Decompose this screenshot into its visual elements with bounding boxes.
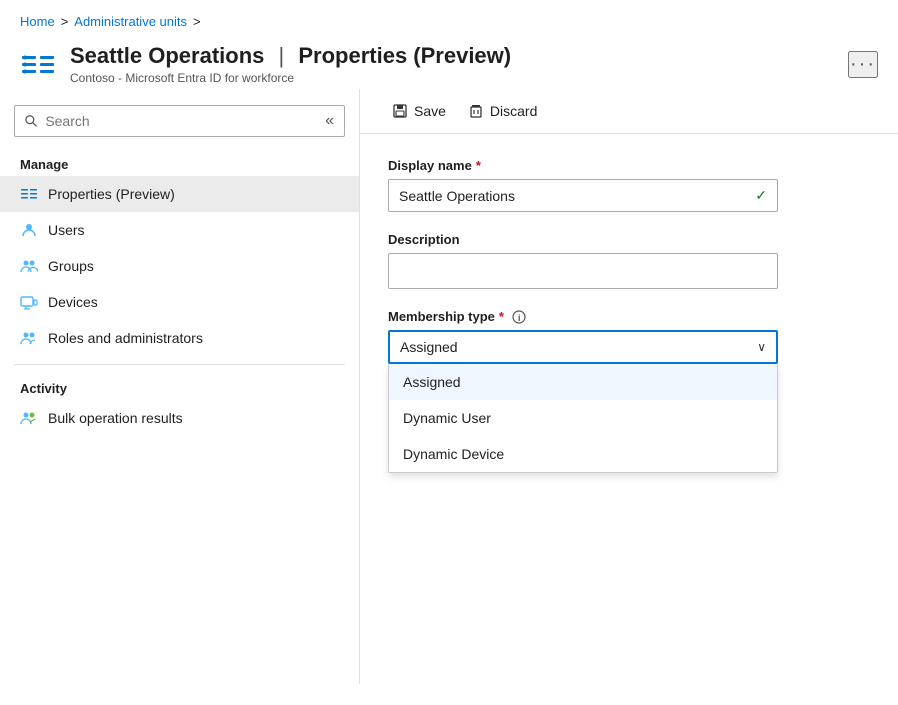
- sidebar-divider: [14, 364, 345, 365]
- breadcrumb-sep2: >: [193, 14, 201, 29]
- sidebar-item-users[interactable]: Users: [0, 212, 359, 248]
- display-name-label: Display name *: [388, 158, 870, 173]
- breadcrumb-admin-units[interactable]: Administrative units: [74, 14, 187, 29]
- main-layout: « Manage Properties (Preview): [0, 89, 898, 684]
- save-icon: [392, 103, 408, 119]
- membership-type-select[interactable]: Assigned ∨: [388, 330, 778, 364]
- form-area: Display name * Seattle Operations ✓ Desc…: [360, 134, 898, 513]
- users-icon: [20, 221, 38, 239]
- page-title: Seattle Operations | Properties (Preview…: [70, 43, 511, 69]
- bulk-icon: [20, 409, 38, 427]
- page-header: Seattle Operations | Properties (Preview…: [0, 39, 898, 89]
- dropdown-option-assigned[interactable]: Assigned: [389, 364, 777, 400]
- sidebar-item-users-label: Users: [48, 222, 85, 238]
- membership-type-label: Membership type * i: [388, 309, 870, 324]
- sidebar-item-properties-label: Properties (Preview): [48, 186, 175, 202]
- valid-check-icon: ✓: [755, 187, 767, 204]
- header-subtitle: Contoso - Microsoft Entra ID for workfor…: [70, 71, 511, 85]
- membership-type-value: Assigned: [400, 339, 458, 355]
- chevron-down-icon: ∨: [757, 340, 766, 354]
- main-content: Save Discard Display name *: [360, 89, 898, 684]
- admin-unit-icon: [20, 46, 56, 82]
- search-box[interactable]: «: [14, 105, 345, 137]
- groups-icon: [20, 257, 38, 275]
- display-name-field: Display name * Seattle Operations ✓: [388, 158, 870, 212]
- sidebar-item-bulk[interactable]: Bulk operation results: [0, 400, 359, 436]
- required-marker: *: [476, 158, 481, 173]
- display-name-value: Seattle Operations: [399, 188, 515, 204]
- sidebar-item-devices-label: Devices: [48, 294, 98, 310]
- membership-dropdown: Assigned Dynamic User Dynamic Device: [388, 364, 778, 473]
- display-name-box[interactable]: Seattle Operations ✓: [388, 179, 778, 212]
- description-field: Description: [388, 232, 870, 289]
- sidebar-item-roles-label: Roles and administrators: [48, 330, 203, 346]
- description-input[interactable]: [388, 253, 778, 289]
- breadcrumb: Home > Administrative units >: [0, 0, 898, 39]
- collapse-button[interactable]: «: [325, 112, 334, 130]
- search-input[interactable]: [45, 113, 317, 129]
- discard-button[interactable]: Discard: [460, 99, 545, 123]
- sidebar-item-groups-label: Groups: [48, 258, 94, 274]
- svg-text:i: i: [518, 313, 521, 323]
- sidebar: « Manage Properties (Preview): [0, 89, 360, 684]
- header-text: Seattle Operations | Properties (Preview…: [70, 43, 511, 85]
- toolbar: Save Discard: [360, 89, 898, 134]
- more-options-button[interactable]: ···: [848, 51, 878, 78]
- roles-icon: [20, 329, 38, 347]
- devices-icon: [20, 293, 38, 311]
- dropdown-option-dynamic-user[interactable]: Dynamic User: [389, 400, 777, 436]
- sidebar-item-bulk-label: Bulk operation results: [48, 410, 183, 426]
- properties-icon: [20, 185, 38, 203]
- save-button[interactable]: Save: [384, 99, 454, 123]
- required-marker2: *: [499, 309, 504, 324]
- sidebar-item-properties[interactable]: Properties (Preview): [0, 176, 359, 212]
- discard-icon: [468, 103, 484, 119]
- search-icon: [25, 114, 37, 128]
- dropdown-option-dynamic-device[interactable]: Dynamic Device: [389, 436, 777, 472]
- membership-type-field: Membership type * i Assigned ∨ Assigned …: [388, 309, 870, 364]
- manage-section-label: Manage: [0, 149, 359, 176]
- activity-section-label: Activity: [0, 373, 359, 400]
- sidebar-item-roles[interactable]: Roles and administrators: [0, 320, 359, 356]
- sidebar-item-groups[interactable]: Groups: [0, 248, 359, 284]
- info-icon: i: [512, 310, 526, 324]
- breadcrumb-sep1: >: [61, 14, 69, 29]
- breadcrumb-home[interactable]: Home: [20, 14, 55, 29]
- description-label: Description: [388, 232, 870, 247]
- sidebar-item-devices[interactable]: Devices: [0, 284, 359, 320]
